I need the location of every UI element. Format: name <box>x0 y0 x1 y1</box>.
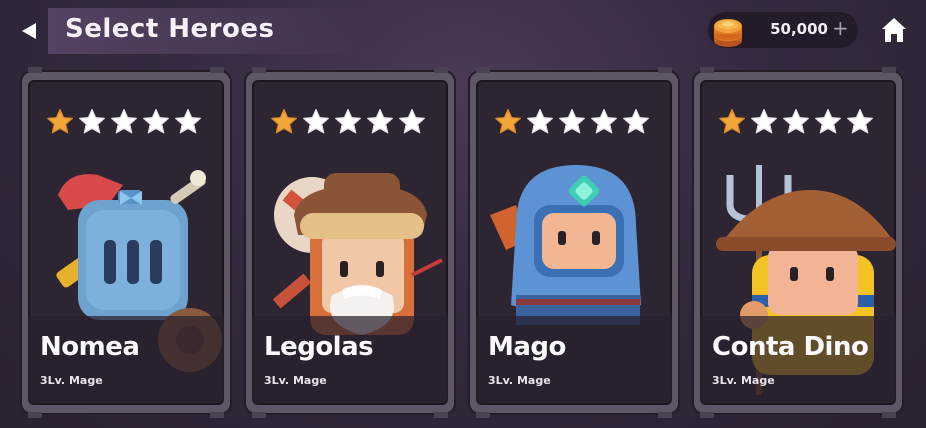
star-empty-icon <box>559 108 585 134</box>
home-icon <box>882 18 906 42</box>
hero-name: Nomea <box>40 332 140 362</box>
top-bar: Select Heroes 50,000 + <box>0 0 926 62</box>
page-title: Select Heroes <box>65 14 275 44</box>
star-empty-icon <box>783 108 809 134</box>
hero-level: 3Lv. Mage <box>712 374 775 387</box>
star-empty-icon <box>751 108 777 134</box>
card-corner-ornament <box>252 67 266 73</box>
star-rating <box>718 108 878 138</box>
star-empty-icon <box>79 108 105 134</box>
star-empty-icon <box>815 108 841 134</box>
card-corner-ornament <box>658 412 672 418</box>
hero-card-mago[interactable]: Mago 3Lv. Mage <box>468 67 680 418</box>
back-button[interactable] <box>14 16 44 46</box>
hero-name: Conta Dino <box>712 332 869 362</box>
star-empty-icon <box>175 108 201 134</box>
star-rating <box>46 108 206 138</box>
star-empty-icon <box>335 108 361 134</box>
hero-level: 3Lv. Mage <box>264 374 327 387</box>
card-corner-ornament <box>476 67 490 73</box>
card-corner-ornament <box>476 412 490 418</box>
card-corner-ornament <box>700 67 714 73</box>
card-corner-ornament <box>882 67 896 73</box>
hero-level: 3Lv. Mage <box>40 374 103 387</box>
coin-amount: 50,000 <box>770 20 828 38</box>
card-corner-ornament <box>210 412 224 418</box>
star-empty-icon <box>303 108 329 134</box>
star-empty-icon <box>591 108 617 134</box>
star-empty-icon <box>111 108 137 134</box>
hero-card-nomea[interactable]: Nomea 3Lv. Mage <box>20 67 232 418</box>
star-empty-icon <box>847 108 873 134</box>
star-filled-icon <box>495 108 521 134</box>
star-empty-icon <box>367 108 393 134</box>
card-corner-ornament <box>28 67 42 73</box>
card-corner-ornament <box>210 67 224 73</box>
hero-card-legolas[interactable]: Legolas 3Lv. Mage <box>244 67 456 418</box>
star-rating <box>494 108 654 138</box>
card-corner-ornament <box>434 67 448 73</box>
card-corner-ornament <box>882 412 896 418</box>
star-filled-icon <box>271 108 297 134</box>
home-button[interactable] <box>878 14 910 46</box>
star-filled-icon <box>47 108 73 134</box>
card-corner-ornament <box>434 412 448 418</box>
star-empty-icon <box>399 108 425 134</box>
card-corner-ornament <box>700 412 714 418</box>
star-empty-icon <box>527 108 553 134</box>
card-corner-ornament <box>658 67 672 73</box>
star-filled-icon <box>719 108 745 134</box>
coin-stack-icon <box>714 19 742 47</box>
card-corner-ornament <box>252 412 266 418</box>
hero-level: 3Lv. Mage <box>488 374 551 387</box>
add-coins-button[interactable]: + <box>832 16 850 40</box>
star-rating <box>270 108 430 138</box>
star-empty-icon <box>143 108 169 134</box>
star-empty-icon <box>623 108 649 134</box>
card-corner-ornament <box>28 412 42 418</box>
hero-card-conta-dino[interactable]: Conta Dino 3Lv. Mage <box>692 67 904 418</box>
hero-name: Legolas <box>264 332 374 362</box>
back-arrow-icon <box>22 23 36 39</box>
hero-name: Mago <box>488 332 566 362</box>
